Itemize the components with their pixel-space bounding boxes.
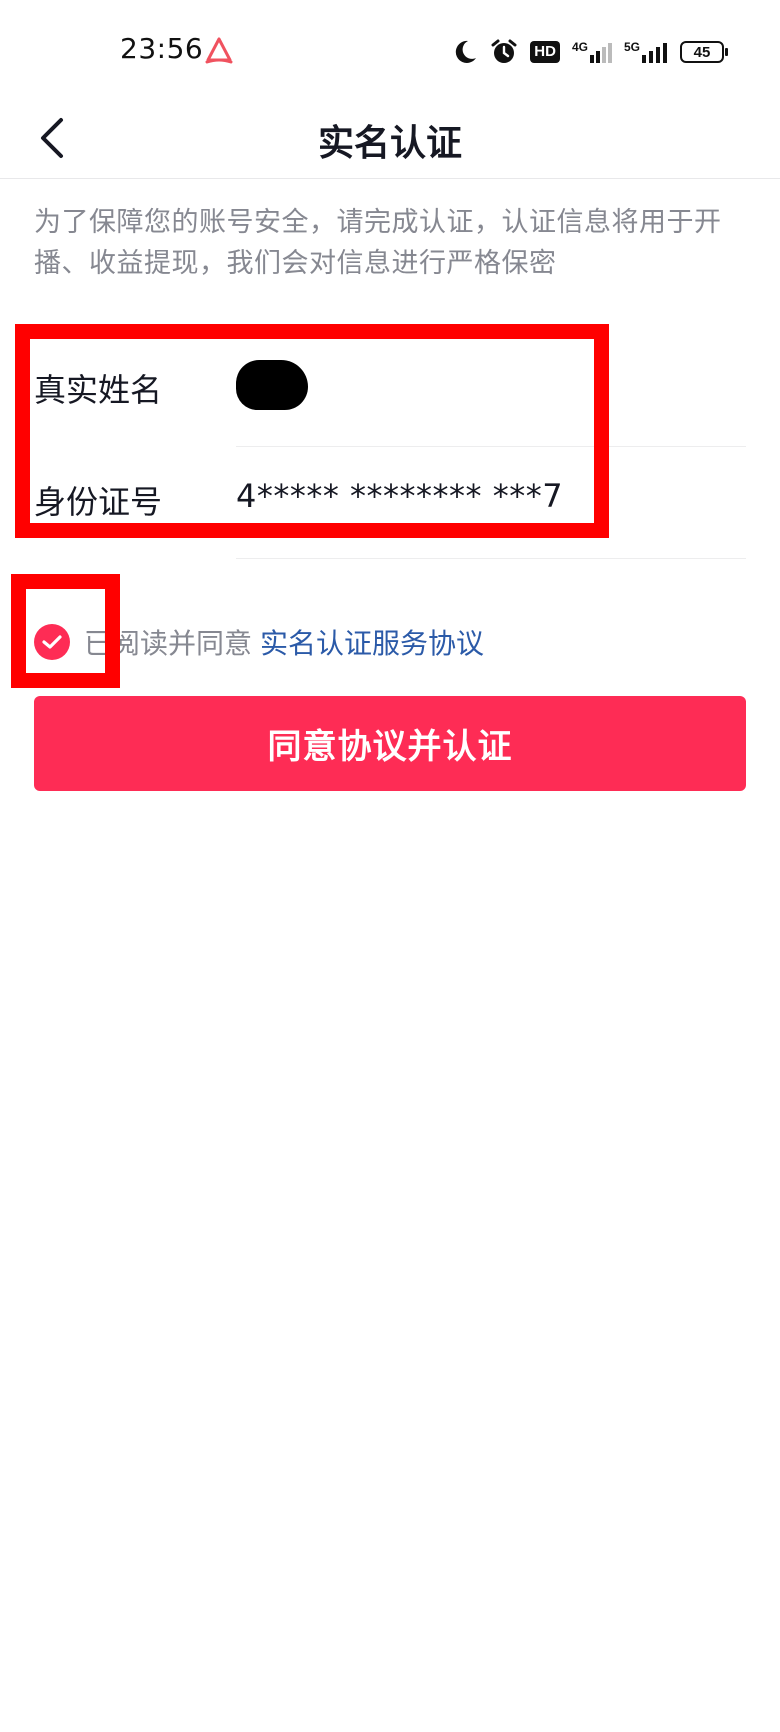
page-title: 实名认证 [317, 123, 462, 164]
signal-icon: 4G [572, 41, 612, 63]
app-logo-icon [204, 36, 234, 66]
service-agreement-link[interactable]: 实名认证服务协议 [260, 622, 484, 662]
moon-icon [454, 39, 478, 65]
security-notice: 为了保障您的账号安全，请完成认证，认证信息将用于开播、收益提现，我们会对信息进行… [34, 207, 722, 279]
agree-and-verify-button[interactable]: 同意协议并认证 [34, 696, 746, 791]
status-bar: 23:56 HD 4G 5G 45 [0, 0, 780, 104]
status-icons: HD 4G 5G 45 [454, 32, 728, 72]
alarm-icon [490, 38, 518, 66]
signal-5g-icon: 5G [624, 41, 668, 63]
status-time: 23:56 [120, 32, 204, 65]
divider [236, 557, 746, 559]
hd-voice-badge: HD [530, 41, 560, 63]
annotation-box-form [15, 324, 609, 538]
battery-icon: 45 [680, 41, 728, 63]
nav-bar: 实名认证 [0, 104, 780, 179]
annotation-box-checkbox [11, 574, 120, 688]
